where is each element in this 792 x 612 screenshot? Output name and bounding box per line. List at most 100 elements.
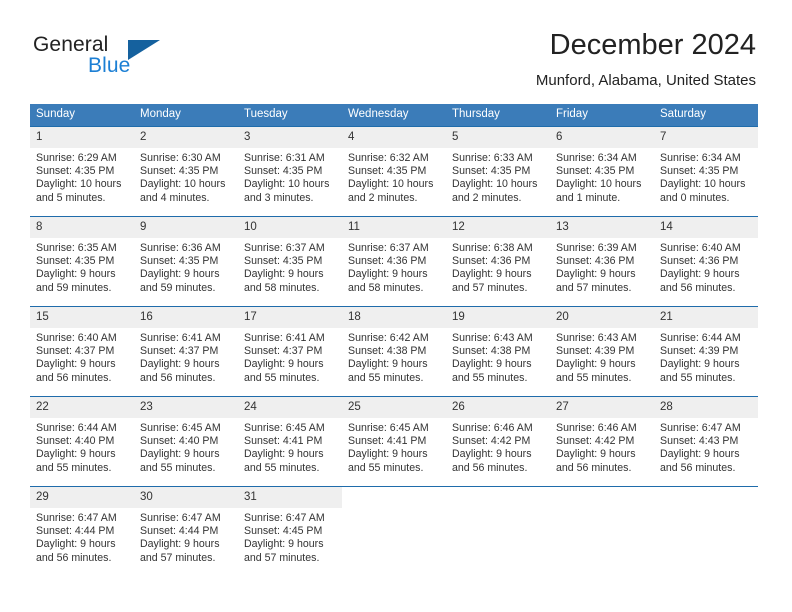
daylight-text: Daylight: 9 hours: [140, 538, 220, 551]
calendar-day-cell[interactable]: 7 Sunrise: 6:34 AM Sunset: 4:35 PM Daylight…: [654, 126, 758, 217]
calendar-day-cell[interactable]: 22 Sunrise: 6:44 AM Sunset: 4:40 PM Dayligh…: [30, 396, 134, 487]
calendar-day-cell[interactable]: 20 Sunrise: 6:43 AM Sunset: 4:39 PM Dayligh…: [550, 306, 654, 397]
day-number: 28: [654, 397, 758, 418]
sunrise-text: Sunrise: 6:41 AM: [140, 332, 221, 344]
daylight-text-cont: and 56 minutes.: [36, 371, 112, 384]
calendar-empty-cell: [342, 486, 446, 576]
calendar-day-cell[interactable]: 31 Sunrise: 6:47 AM Sunset: 4:45 PM Dayligh…: [238, 486, 342, 576]
day-number: 11: [342, 217, 446, 238]
day-number: 16: [134, 307, 238, 328]
day-details: [654, 508, 758, 512]
calendar-day-cell[interactable]: 1 Sunrise: 6:29 AM Sunset: 4:35 PM Daylight…: [30, 126, 134, 217]
daylight-text-cont: and 59 minutes.: [140, 281, 216, 294]
calendar-day-cell[interactable]: 25 Sunrise: 6:45 AM Sunset: 4:41 PM Dayligh…: [342, 396, 446, 487]
daylight-text: Daylight: 10 hours: [660, 178, 746, 191]
calendar-day-cell[interactable]: 30 Sunrise: 6:47 AM Sunset: 4:44 PM Dayligh…: [134, 486, 238, 576]
calendar-day-cell[interactable]: 23 Sunrise: 6:45 AM Sunset: 4:40 PM Dayligh…: [134, 396, 238, 487]
calendar-day-cell[interactable]: 9 Sunrise: 6:36 AM Sunset: 4:35 PM Daylight…: [134, 216, 238, 307]
daylight-text-cont: and 55 minutes.: [140, 461, 216, 474]
day-cell-inner: 3 Sunrise: 6:31 AM Sunset: 4:35 PM Daylight…: [238, 127, 342, 216]
daylight-text-cont: and 55 minutes.: [244, 461, 320, 474]
day-details: Sunrise: 6:43 AM Sunset: 4:39 PM Daylight:…: [550, 328, 654, 385]
day-cell-inner: 31 Sunrise: 6:47 AM Sunset: 4:45 PM Dayligh…: [238, 487, 342, 576]
calendar-day-cell[interactable]: 13 Sunrise: 6:39 AM Sunset: 4:36 PM Dayligh…: [550, 216, 654, 307]
sunrise-text: Sunrise: 6:45 AM: [140, 422, 221, 434]
calendar-day-cell[interactable]: 4 Sunrise: 6:32 AM Sunset: 4:35 PM Daylight…: [342, 126, 446, 217]
day-cell-inner: 16 Sunrise: 6:41 AM Sunset: 4:37 PM Dayligh…: [134, 307, 238, 396]
calendar-day-cell[interactable]: 12 Sunrise: 6:38 AM Sunset: 4:36 PM Dayligh…: [446, 216, 550, 307]
calendar-empty-cell: [446, 486, 550, 576]
calendar-day-cell[interactable]: 18 Sunrise: 6:42 AM Sunset: 4:38 PM Dayligh…: [342, 306, 446, 397]
day-number: 20: [550, 307, 654, 328]
daylight-text-cont: and 57 minutes.: [556, 281, 632, 294]
sunset-text: Sunset: 4:42 PM: [556, 435, 635, 448]
sunrise-text: Sunrise: 6:30 AM: [140, 152, 221, 164]
calendar-day-cell[interactable]: 10 Sunrise: 6:37 AM Sunset: 4:35 PM Dayligh…: [238, 216, 342, 307]
sunset-text: Sunset: 4:35 PM: [660, 165, 739, 178]
day-number: 12: [446, 217, 550, 238]
day-cell-inner: 17 Sunrise: 6:41 AM Sunset: 4:37 PM Dayligh…: [238, 307, 342, 396]
day-cell-inner: 4 Sunrise: 6:32 AM Sunset: 4:35 PM Daylight…: [342, 127, 446, 216]
day-details: Sunrise: 6:30 AM Sunset: 4:35 PM Daylight:…: [134, 148, 238, 205]
calendar-week-row: 15 Sunrise: 6:40 AM Sunset: 4:37 PM Dayligh…: [30, 306, 758, 397]
sunrise-text: Sunrise: 6:37 AM: [348, 242, 429, 254]
day-cell-inner: 11 Sunrise: 6:37 AM Sunset: 4:36 PM Dayligh…: [342, 217, 446, 306]
sunrise-text: Sunrise: 6:47 AM: [660, 422, 741, 434]
day-details: Sunrise: 6:37 AM Sunset: 4:35 PM Daylight:…: [238, 238, 342, 295]
sunset-text: Sunset: 4:35 PM: [36, 165, 115, 178]
daylight-text: Daylight: 9 hours: [244, 268, 324, 281]
day-details: Sunrise: 6:34 AM Sunset: 4:35 PM Daylight:…: [550, 148, 654, 205]
daylight-text: Daylight: 9 hours: [348, 358, 428, 371]
sunset-text: Sunset: 4:41 PM: [348, 435, 427, 448]
daylight-text-cont: and 59 minutes.: [36, 281, 112, 294]
calendar-day-cell[interactable]: 2 Sunrise: 6:30 AM Sunset: 4:35 PM Daylight…: [134, 126, 238, 217]
day-details: Sunrise: 6:38 AM Sunset: 4:36 PM Daylight:…: [446, 238, 550, 295]
calendar-day-cell[interactable]: 6 Sunrise: 6:34 AM Sunset: 4:35 PM Daylight…: [550, 126, 654, 217]
sunrise-text: Sunrise: 6:47 AM: [36, 512, 117, 524]
daylight-text-cont: and 55 minutes.: [348, 371, 424, 384]
calendar-day-cell[interactable]: 26 Sunrise: 6:46 AM Sunset: 4:42 PM Dayligh…: [446, 396, 550, 487]
daylight-text: Daylight: 10 hours: [348, 178, 434, 191]
daylight-text: Daylight: 9 hours: [348, 268, 428, 281]
day-cell-inner: 14 Sunrise: 6:40 AM Sunset: 4:36 PM Dayligh…: [654, 217, 758, 306]
sunset-text: Sunset: 4:36 PM: [556, 255, 635, 268]
day-number: 5: [446, 127, 550, 148]
calendar-day-cell[interactable]: 8 Sunrise: 6:35 AM Sunset: 4:35 PM Daylight…: [30, 216, 134, 307]
day-cell-inner: 24 Sunrise: 6:45 AM Sunset: 4:41 PM Dayligh…: [238, 397, 342, 486]
sunrise-text: Sunrise: 6:42 AM: [348, 332, 429, 344]
sunset-text: Sunset: 4:38 PM: [348, 345, 427, 358]
calendar-day-cell[interactable]: 5 Sunrise: 6:33 AM Sunset: 4:35 PM Daylight…: [446, 126, 550, 217]
calendar-day-cell[interactable]: 29 Sunrise: 6:47 AM Sunset: 4:44 PM Dayligh…: [30, 486, 134, 576]
daylight-text-cont: and 57 minutes.: [244, 551, 320, 564]
calendar-day-cell[interactable]: 3 Sunrise: 6:31 AM Sunset: 4:35 PM Daylight…: [238, 126, 342, 217]
calendar-day-cell[interactable]: 17 Sunrise: 6:41 AM Sunset: 4:37 PM Dayligh…: [238, 306, 342, 397]
calendar-day-cell[interactable]: 27 Sunrise: 6:46 AM Sunset: 4:42 PM Dayligh…: [550, 396, 654, 487]
calendar-day-cell[interactable]: 28 Sunrise: 6:47 AM Sunset: 4:43 PM Dayligh…: [654, 396, 758, 487]
day-cell-inner: 9 Sunrise: 6:36 AM Sunset: 4:35 PM Daylight…: [134, 217, 238, 306]
logo-triangle-icon: [128, 40, 160, 60]
sunrise-text: Sunrise: 6:40 AM: [36, 332, 117, 344]
calendar-day-cell[interactable]: 24 Sunrise: 6:45 AM Sunset: 4:41 PM Dayligh…: [238, 396, 342, 487]
weekday-header-saturday: Saturday: [654, 104, 758, 127]
day-details: Sunrise: 6:41 AM Sunset: 4:37 PM Daylight:…: [238, 328, 342, 385]
calendar-day-cell[interactable]: 15 Sunrise: 6:40 AM Sunset: 4:37 PM Dayligh…: [30, 306, 134, 397]
general-blue-logo[interactable]: General Blue: [33, 33, 193, 81]
calendar-week-row: 22 Sunrise: 6:44 AM Sunset: 4:40 PM Dayligh…: [30, 396, 758, 487]
sunrise-text: Sunrise: 6:34 AM: [660, 152, 741, 164]
daylight-text: Daylight: 9 hours: [660, 268, 740, 281]
sunrise-text: Sunrise: 6:39 AM: [556, 242, 637, 254]
daylight-text: Daylight: 9 hours: [452, 448, 532, 461]
weekday-header-wednesday: Wednesday: [342, 104, 446, 127]
calendar-day-cell[interactable]: 16 Sunrise: 6:41 AM Sunset: 4:37 PM Dayligh…: [134, 306, 238, 397]
daylight-text: Daylight: 9 hours: [452, 358, 532, 371]
day-details: Sunrise: 6:47 AM Sunset: 4:44 PM Daylight:…: [134, 508, 238, 565]
day-details: [550, 508, 654, 512]
logo-text-blue: Blue: [88, 54, 131, 77]
calendar-day-cell[interactable]: 11 Sunrise: 6:37 AM Sunset: 4:36 PM Dayligh…: [342, 216, 446, 307]
day-cell-inner: 8 Sunrise: 6:35 AM Sunset: 4:35 PM Daylight…: [30, 217, 134, 306]
calendar-day-cell[interactable]: 21 Sunrise: 6:44 AM Sunset: 4:39 PM Dayligh…: [654, 306, 758, 397]
calendar-day-cell[interactable]: 19 Sunrise: 6:43 AM Sunset: 4:38 PM Dayligh…: [446, 306, 550, 397]
weekday-header-sunday: Sunday: [30, 104, 134, 127]
daylight-text: Daylight: 9 hours: [556, 448, 636, 461]
calendar-day-cell[interactable]: 14 Sunrise: 6:40 AM Sunset: 4:36 PM Dayligh…: [654, 216, 758, 307]
